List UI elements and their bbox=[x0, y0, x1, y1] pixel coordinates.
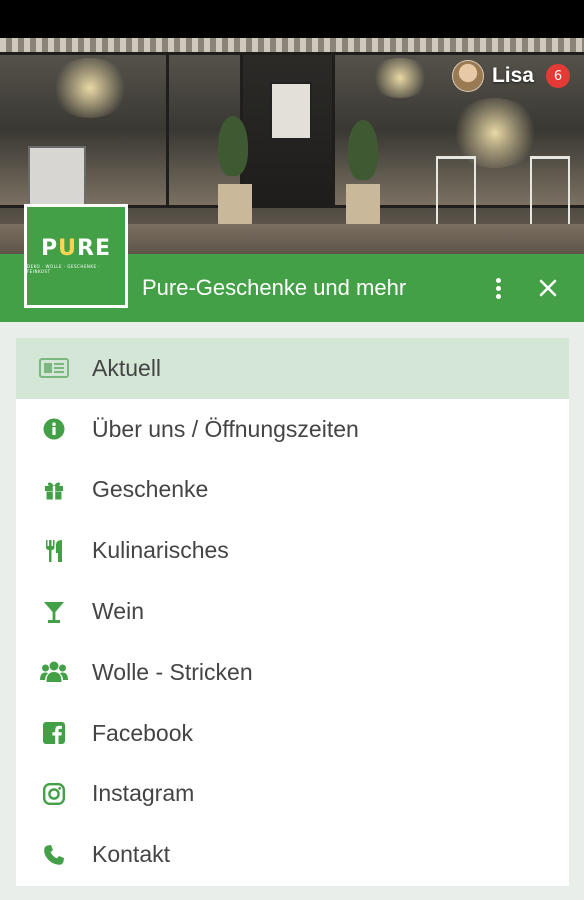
menu-item-label: Aktuell bbox=[92, 354, 162, 381]
menu-item-label: Wein bbox=[92, 598, 144, 625]
awning bbox=[0, 38, 584, 52]
more-options-button[interactable] bbox=[478, 268, 518, 308]
users-icon bbox=[16, 660, 92, 684]
menu-item-ueber-uns[interactable]: Über uns / Öffnungszeiten bbox=[16, 399, 569, 460]
navigation-menu: Aktuell Über uns / Öffnungszeiten Gesche… bbox=[16, 338, 569, 886]
menu-item-label: Facebook bbox=[92, 719, 194, 746]
plant bbox=[348, 120, 378, 180]
menu-item-kontakt[interactable]: Kontakt bbox=[16, 824, 569, 885]
menu-item-label: Geschenke bbox=[92, 476, 209, 503]
status-bar bbox=[0, 0, 584, 38]
newspaper-icon bbox=[16, 358, 92, 379]
window-light bbox=[370, 58, 430, 98]
phone-icon bbox=[16, 844, 92, 866]
menu-item-kulinarisches[interactable]: Kulinarisches bbox=[16, 520, 569, 581]
logo-tagline: DEKO · WOLLE · GESCHENKE · FEINKOST bbox=[27, 264, 101, 274]
chair bbox=[436, 156, 476, 231]
app-logo: PURE DEKO · WOLLE · GESCHENKE · FEINKOST bbox=[24, 204, 128, 308]
more-vert-icon bbox=[495, 275, 501, 302]
cocktail-glass-icon bbox=[16, 600, 92, 624]
page-title: Pure-Geschenke und mehr bbox=[142, 275, 407, 300]
menu-item-wein[interactable]: Wein bbox=[16, 581, 569, 642]
menu-item-wolle-stricken[interactable]: Wolle - Stricken bbox=[16, 642, 569, 703]
menu-item-facebook[interactable]: Facebook bbox=[16, 703, 569, 764]
logo-wordmark: PURE bbox=[41, 236, 111, 261]
user-profile[interactable]: Lisa 6 bbox=[451, 60, 570, 92]
menu-item-label: Instagram bbox=[92, 780, 195, 807]
cutlery-icon bbox=[16, 539, 92, 563]
close-button[interactable] bbox=[528, 268, 568, 308]
menu-item-label: Über uns / Öffnungszeiten bbox=[92, 415, 359, 442]
facebook-icon bbox=[16, 722, 92, 745]
menu-item-aktuell[interactable]: Aktuell bbox=[16, 338, 569, 399]
close-icon bbox=[539, 279, 557, 297]
door-poster bbox=[270, 82, 312, 140]
avatar[interactable] bbox=[451, 60, 484, 92]
menu-item-geschenke[interactable]: Geschenke bbox=[16, 460, 569, 521]
plant bbox=[218, 116, 248, 176]
menu-item-label: Kulinarisches bbox=[92, 537, 229, 564]
gift-icon bbox=[16, 479, 92, 501]
menu-item-instagram[interactable]: Instagram bbox=[16, 764, 569, 825]
notification-badge[interactable]: 6 bbox=[546, 64, 570, 88]
menu-item-label: Kontakt bbox=[92, 841, 170, 868]
instagram-icon bbox=[16, 782, 92, 805]
menu-item-label: Wolle - Stricken bbox=[92, 658, 253, 685]
chair bbox=[530, 156, 570, 231]
user-name[interactable]: Lisa bbox=[492, 64, 534, 88]
window-light bbox=[50, 58, 130, 118]
info-icon bbox=[16, 418, 92, 440]
